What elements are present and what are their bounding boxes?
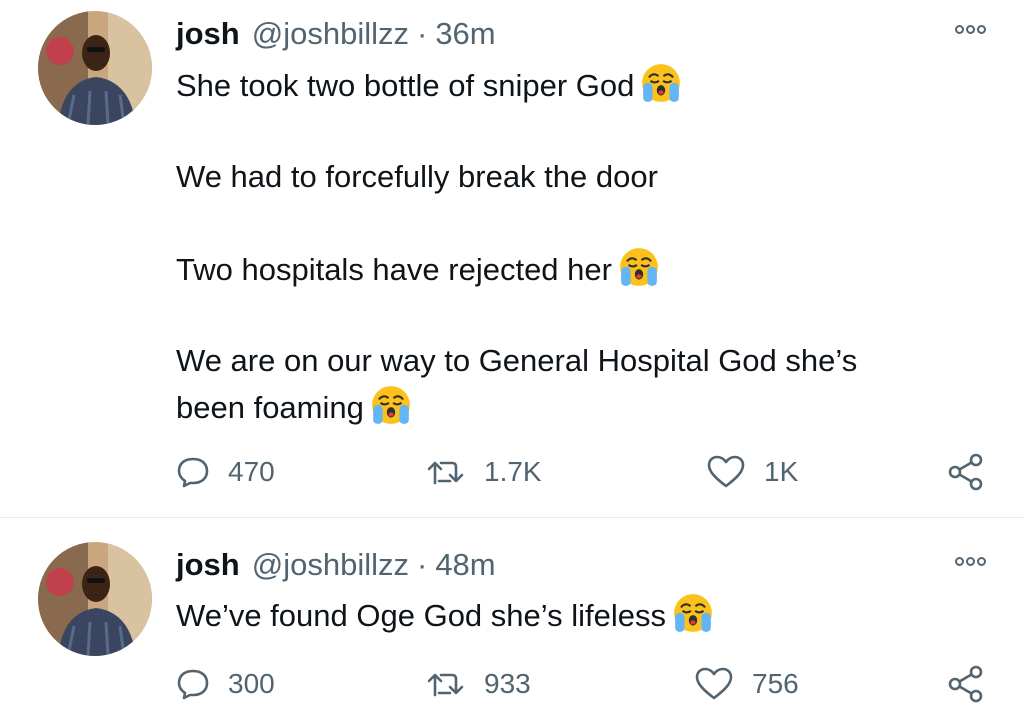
share-button[interactable] (946, 664, 986, 704)
retweet-icon (427, 673, 464, 697)
display-name[interactable]: josh (176, 16, 240, 51)
tweet-text-line: We had to forcefully break the door (176, 159, 658, 194)
avatar-image (38, 11, 152, 125)
like-count: 756 (752, 668, 799, 699)
loudly-crying-face-icon (672, 592, 714, 634)
tweet-text-line: She took two bottle of sniper God (176, 62, 682, 109)
reply-button[interactable]: 300 (176, 664, 275, 704)
share-button[interactable] (946, 452, 986, 492)
timestamp[interactable]: 36m (435, 16, 495, 51)
share-icon (948, 665, 983, 703)
avatar[interactable] (38, 11, 152, 125)
more-options-icon[interactable] (955, 25, 986, 34)
loudly-crying-face-icon (370, 384, 412, 426)
timestamp[interactable]: 48m (435, 547, 495, 582)
like-button[interactable]: 1K (706, 452, 798, 492)
tweet-text-line: Two hospitals have rejected her (176, 246, 660, 293)
reply-icon (177, 457, 209, 488)
reply-icon (177, 669, 209, 700)
like-icon (707, 455, 745, 488)
tweet-text-line: We’ve found Oge God she’s lifeless (176, 592, 714, 639)
retweet-count: 933 (484, 668, 531, 699)
tweet-text-line: We are on our way to General Hospital Go… (176, 343, 858, 378)
share-icon (948, 453, 983, 491)
retweet-button[interactable]: 933 (426, 664, 531, 704)
like-button[interactable]: 756 (694, 664, 799, 704)
separator: · (416, 547, 428, 582)
tweet-actions: 470 1.7K 1K (176, 452, 986, 492)
reply-count: 300 (228, 668, 275, 699)
loudly-crying-face-icon (640, 62, 682, 104)
tweet[interactable]: josh @joshbillzz · 36m She took two bottle … (0, 0, 1024, 517)
tweet-header: josh @joshbillzz · 36m (176, 14, 496, 54)
tweet[interactable]: josh @joshbillzz · 48m We’ve found Oge God … (0, 518, 1024, 719)
avatar-image (38, 542, 152, 656)
separator: · (416, 16, 428, 51)
tweet-actions: 300 933 756 (176, 664, 986, 704)
reply-button[interactable]: 470 (176, 452, 275, 492)
user-handle[interactable]: @joshbillzz (252, 547, 409, 582)
like-icon (695, 667, 733, 700)
display-name[interactable]: josh (176, 547, 240, 582)
avatar[interactable] (38, 542, 152, 656)
loudly-crying-face-icon (618, 246, 660, 288)
more-options-icon[interactable] (955, 557, 986, 566)
tweet-text-line: been foaming (176, 384, 412, 431)
reply-count: 470 (228, 456, 275, 487)
tweet-header: josh @joshbillzz · 48m (176, 545, 496, 585)
user-handle[interactable]: @joshbillzz (252, 16, 409, 51)
like-count: 1K (764, 456, 799, 487)
retweet-button[interactable]: 1.7K (426, 452, 542, 492)
retweet-icon (427, 461, 464, 485)
retweet-count: 1.7K (484, 456, 542, 487)
